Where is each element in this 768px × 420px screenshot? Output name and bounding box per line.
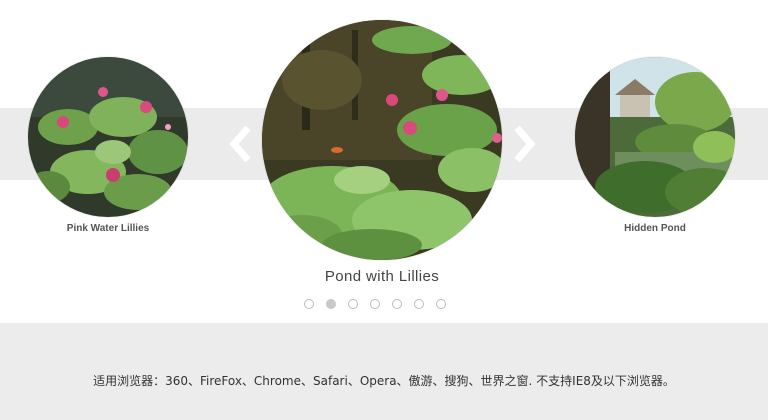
slide-caption: Hidden Pond xyxy=(624,223,686,234)
hidden-pond-photo xyxy=(575,57,735,217)
slide-center[interactable]: Pond with Lillies xyxy=(262,20,502,285)
chevron-left-icon xyxy=(229,125,251,163)
pond-with-lilies-photo xyxy=(262,20,502,260)
pagination xyxy=(304,299,446,311)
pagination-dot[interactable] xyxy=(326,299,336,309)
slide-right[interactable]: Hidden Pond xyxy=(575,57,735,234)
chevron-right-icon xyxy=(514,125,536,163)
prev-button[interactable] xyxy=(228,124,252,164)
pagination-dot[interactable] xyxy=(392,299,402,309)
pagination-dot[interactable] xyxy=(414,299,424,309)
pagination-dot[interactable] xyxy=(304,299,314,309)
slide-caption: Pink Water Lillies xyxy=(66,223,150,234)
pagination-dot[interactable] xyxy=(370,299,380,309)
slide-left[interactable]: Pink Water Lillies xyxy=(28,57,188,234)
pagination-dot[interactable] xyxy=(436,299,446,309)
pink-water-lilies-photo xyxy=(28,57,188,217)
next-button[interactable] xyxy=(513,124,537,164)
slide-caption: Pond with Lillies xyxy=(324,268,440,285)
pagination-dot[interactable] xyxy=(348,299,358,309)
browser-support-note: 适用浏览器：360、FireFox、Chrome、Safari、Opera、傲游… xyxy=(93,374,675,388)
